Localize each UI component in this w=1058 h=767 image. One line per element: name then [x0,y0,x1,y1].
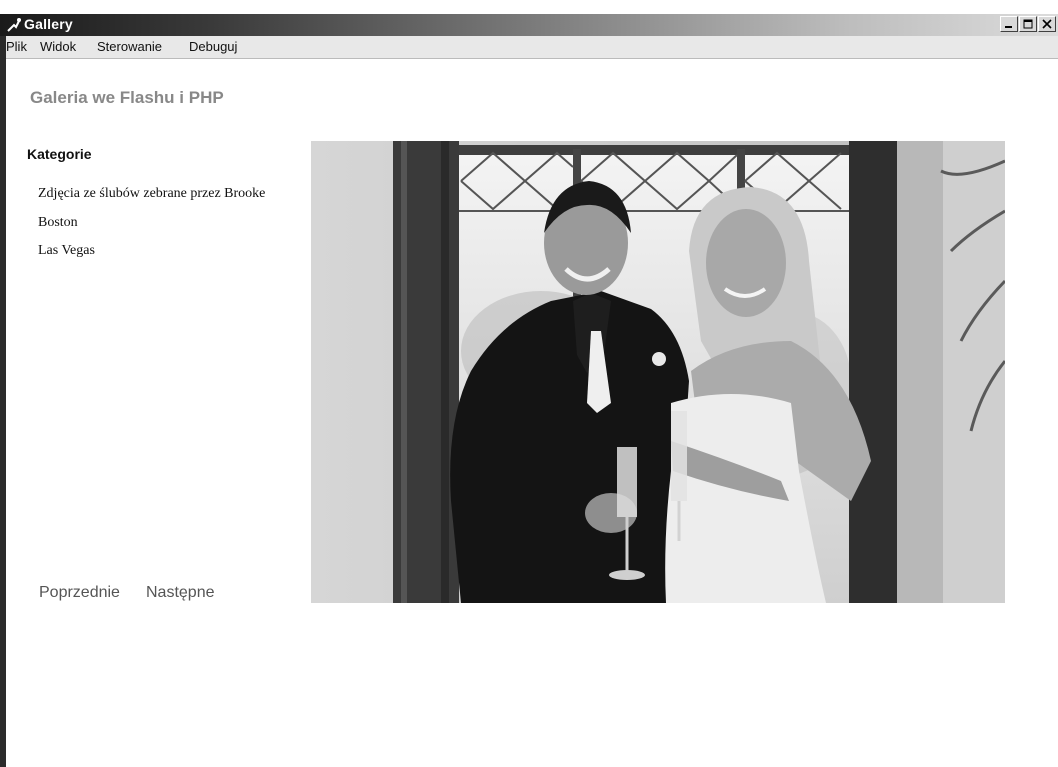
category-item-weddings[interactable]: Zdjęcia ze ślubów zebrane przez Brooke [38,186,265,202]
close-icon [1042,19,1052,29]
maximize-icon [1023,19,1033,29]
menu-plik[interactable]: Plik [6,39,27,54]
gallery-heading: Galeria we Flashu i PHP [30,88,224,107]
previous-link[interactable]: Poprzednie [39,584,120,602]
menu-sterowanie[interactable]: Sterowanie [97,39,162,54]
category-item-las-vegas[interactable]: Las Vegas [38,243,95,259]
menu-widok[interactable]: Widok [40,39,76,54]
minimize-button[interactable] [1000,16,1018,32]
menu-debuguj[interactable]: Debuguj [189,39,237,54]
close-button[interactable] [1038,16,1056,32]
window-title: Gallery [24,16,73,32]
title-bar[interactable]: Gallery [0,14,1058,36]
minimize-icon [1005,26,1012,28]
flash-app-icon [7,18,21,32]
category-item-boston[interactable]: Boston [38,215,78,231]
menu-bar: Plik Widok Sterowanie Debuguj [6,36,1058,59]
gallery-photo [311,141,1005,603]
categories-heading: Kategorie [27,146,92,162]
app-window: Gallery Plik Widok Sterowanie Debuguj Ga… [0,14,1058,767]
next-link[interactable]: Następne [146,584,215,602]
maximize-button[interactable] [1019,16,1037,32]
wedding-photo-image [311,141,1005,603]
